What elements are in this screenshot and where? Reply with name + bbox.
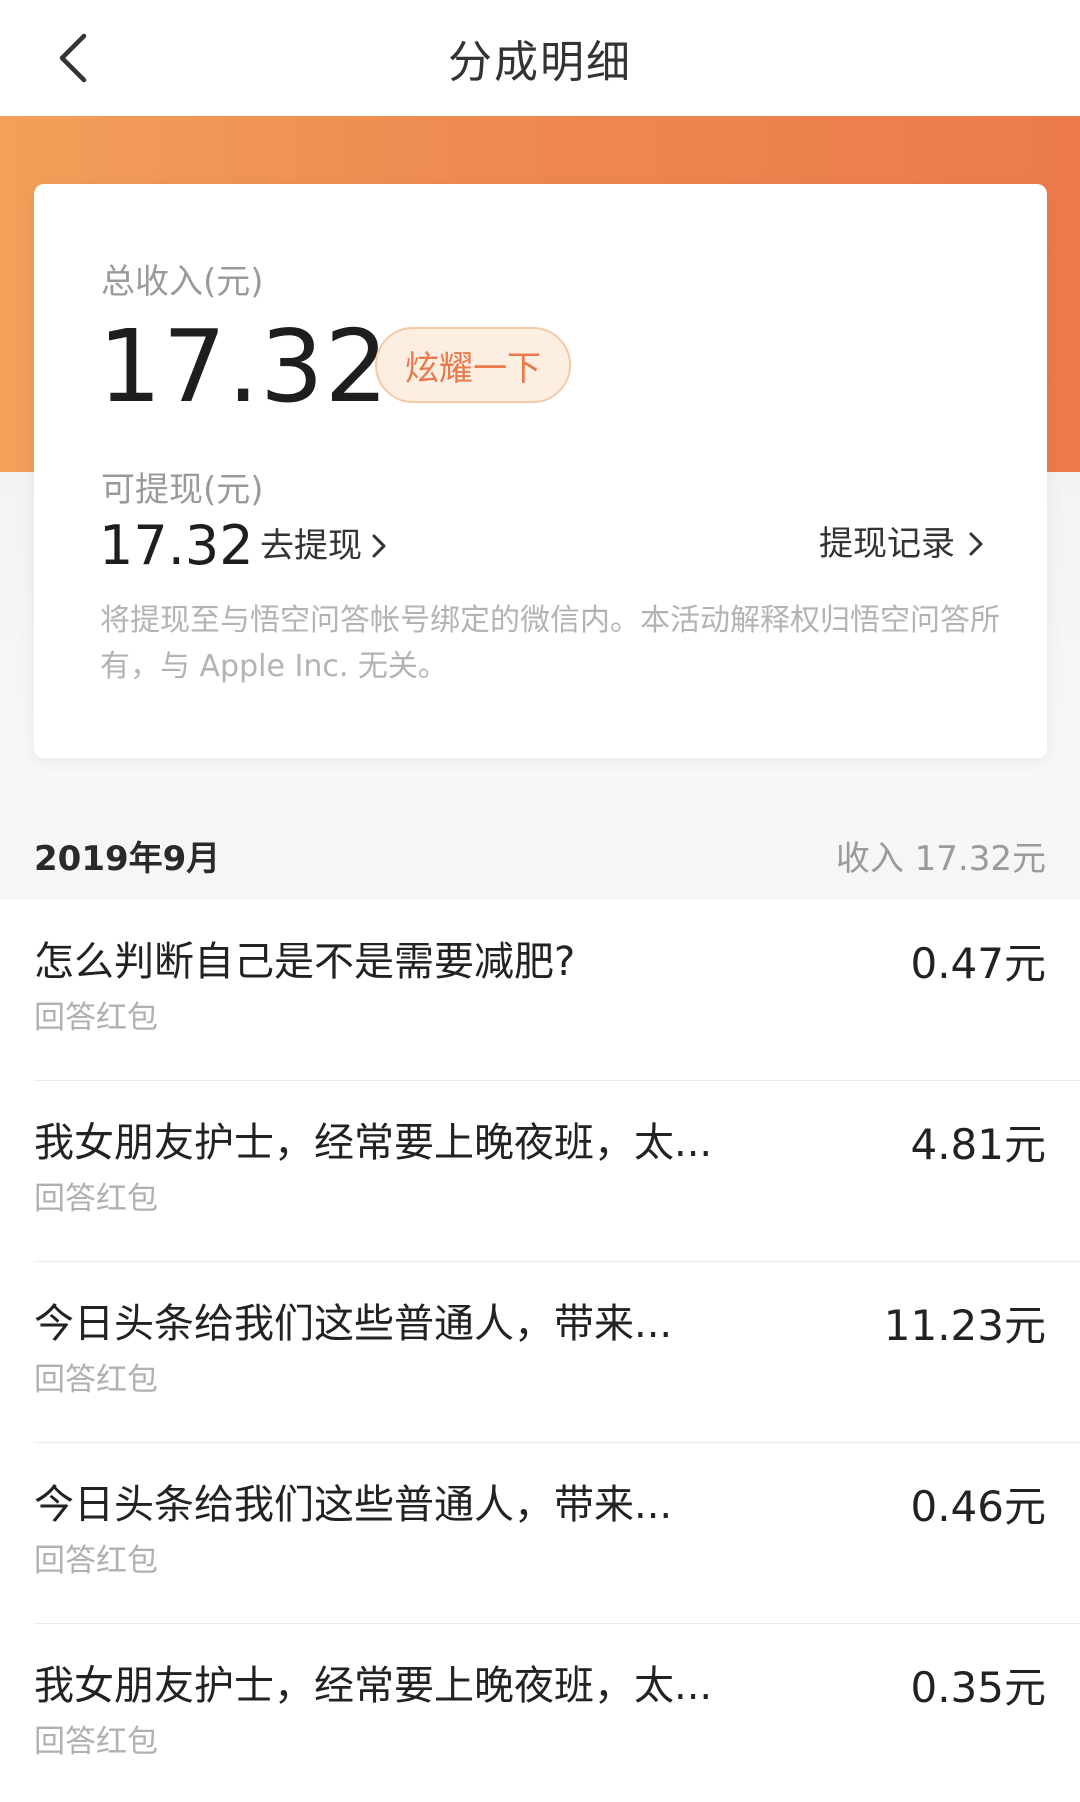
item-title: 今日头条给我们这些普通人，带来... [34, 1301, 673, 1347]
item-title: 我女朋友护士，经常要上晚夜班，太... [34, 1120, 713, 1166]
item-title: 我女朋友护士，经常要上晚夜班，太... [34, 1663, 713, 1709]
back-arrow-icon [59, 33, 87, 83]
total-income-label: 总收入(元) [101, 262, 264, 302]
item-type: 回答红包 [34, 1543, 158, 1579]
withdraw-records-label: 提现记录 [819, 524, 955, 564]
month-header: 2019年9月 收入 17.32元 [0, 818, 1080, 892]
chevron-right-icon [372, 534, 386, 558]
item-title: 今日头条给我们这些普通人，带来... [34, 1482, 673, 1528]
item-type: 回答红包 [34, 1000, 158, 1036]
item-type: 回答红包 [34, 1181, 158, 1217]
list-item[interactable]: 怎么判断自己是不是需要减肥? 回答红包 0.47元 [34, 900, 1080, 1081]
total-income-amount: 17.32 [98, 308, 390, 425]
item-amount: 4.81元 [910, 1120, 1046, 1169]
item-type: 回答红包 [34, 1724, 158, 1760]
nav-bar: 分成明细 [0, 0, 1080, 116]
list-item[interactable]: 今日头条给我们这些普通人，带来... 回答红包 11.23元 [34, 1262, 1080, 1443]
go-withdraw-label: 去提现 [260, 526, 362, 566]
withdrawable-label: 可提现(元) [101, 470, 264, 510]
withdraw-records-link[interactable]: 提现记录 [819, 522, 985, 566]
month-label: 2019年9月 [34, 838, 221, 879]
withdrawable-amount: 17.32 [99, 514, 254, 577]
item-amount: 11.23元 [883, 1301, 1046, 1350]
withdraw-notice: 将提现至与悟空问答帐号绑定的微信内。本活动解释权归悟空问答所有，与 Apple … [100, 603, 1000, 684]
page: 分成明细 总收入(元) 17.32 炫耀一下 可提现(元) 17.32 去提现 … [0, 0, 1080, 1802]
item-amount: 0.46元 [910, 1482, 1046, 1531]
back-button[interactable] [38, 22, 110, 94]
item-type: 回答红包 [34, 1362, 158, 1398]
go-withdraw-link[interactable]: 去提现 [260, 524, 388, 568]
page-title: 分成明细 [448, 37, 632, 88]
list-item[interactable]: 我女朋友护士，经常要上晚夜班，太... 回答红包 0.35元 [34, 1624, 1080, 1802]
item-amount: 0.47元 [910, 939, 1046, 988]
income-summary-card: 总收入(元) 17.32 炫耀一下 可提现(元) 17.32 去提现 提现记录 … [34, 184, 1047, 758]
month-income: 收入 17.32元 [835, 838, 1046, 879]
chevron-right-icon [969, 532, 983, 556]
list-item[interactable]: 今日头条给我们这些普通人，带来... 回答红包 0.46元 [34, 1443, 1080, 1624]
earnings-list: 怎么判断自己是不是需要减肥? 回答红包 0.47元 我女朋友护士，经常要上晚夜班… [0, 900, 1080, 1802]
item-amount: 0.35元 [910, 1663, 1046, 1712]
show-off-button[interactable]: 炫耀一下 [375, 327, 571, 403]
list-item[interactable]: 我女朋友护士，经常要上晚夜班，太... 回答红包 4.81元 [34, 1081, 1080, 1262]
item-title: 怎么判断自己是不是需要减肥? [34, 939, 576, 985]
